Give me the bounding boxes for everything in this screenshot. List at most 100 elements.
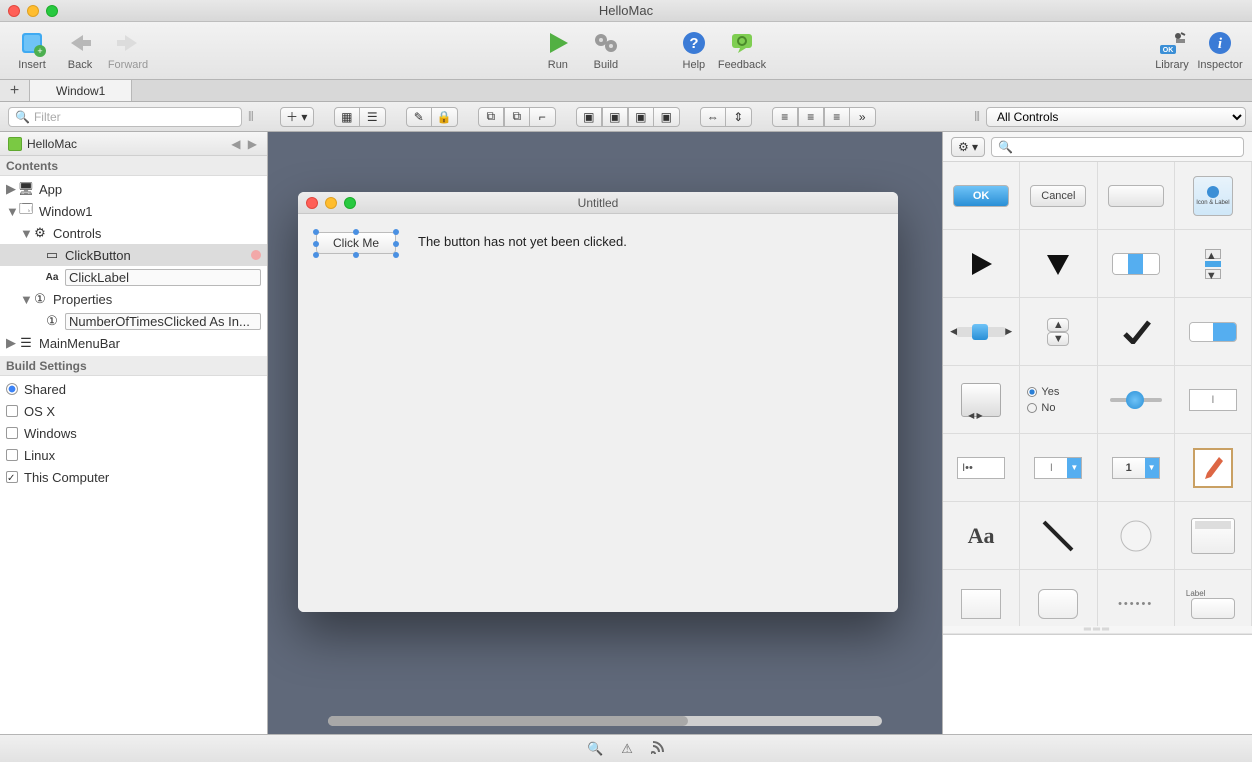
ctrl-radiobuttons[interactable]: YesNo bbox=[1020, 366, 1097, 434]
build-windows[interactable]: Windows bbox=[6, 422, 261, 444]
selection-handle[interactable] bbox=[393, 252, 399, 258]
library-search-input[interactable]: 🔍 bbox=[991, 137, 1244, 157]
nav-prop0[interactable]: ①NumberOfTimesClicked As In... bbox=[0, 310, 267, 332]
library-resize-grip[interactable]: ═══ bbox=[943, 626, 1252, 634]
nav-clicklabel[interactable]: AaClickLabel bbox=[0, 266, 267, 288]
align-left-button[interactable]: ≡ bbox=[772, 107, 798, 127]
ctrl-scrollbar[interactable]: ▲▼ bbox=[1175, 230, 1252, 298]
one-label: 1 bbox=[1113, 462, 1145, 474]
back-button[interactable]: Back bbox=[56, 29, 104, 71]
warning-icon[interactable]: ⚠ bbox=[621, 741, 633, 757]
ctrl-segmented[interactable] bbox=[1098, 230, 1175, 298]
ctrl-password[interactable]: I•• bbox=[943, 434, 1020, 502]
ctrl-switch[interactable] bbox=[1175, 298, 1252, 366]
library-button[interactable]: OK Library bbox=[1148, 29, 1196, 71]
fill-height-button[interactable]: ⇕ bbox=[726, 107, 752, 127]
iconlabel-label: Icon & Label bbox=[1196, 200, 1229, 206]
search-icon[interactable]: 🔍 bbox=[587, 741, 603, 757]
ctrl-bevel-button[interactable]: Icon & Label bbox=[1175, 162, 1252, 230]
selection-handle[interactable] bbox=[353, 252, 359, 258]
ctrl-roundrect[interactable] bbox=[1020, 570, 1097, 626]
add-tab-button[interactable]: + bbox=[0, 80, 30, 101]
ctrl-cancel-button[interactable]: Cancel bbox=[1020, 162, 1097, 230]
run-button[interactable]: Run bbox=[534, 29, 582, 71]
align-right-button[interactable]: ≡ bbox=[824, 107, 850, 127]
view-hierarchy-button[interactable]: ☰ bbox=[360, 107, 386, 127]
ctrl-oval[interactable] bbox=[1098, 502, 1175, 570]
selection-handle[interactable] bbox=[393, 241, 399, 247]
arrange-forward-button[interactable]: ▣ bbox=[602, 107, 628, 127]
navigator-header[interactable]: HelloMac ◀ ▶ bbox=[0, 132, 267, 156]
zoom-icon[interactable] bbox=[46, 5, 58, 17]
ctrl-line[interactable] bbox=[1020, 502, 1097, 570]
build-osx-label: OS X bbox=[24, 404, 55, 419]
group2-button[interactable]: ⧉ bbox=[504, 107, 530, 127]
ctrl-listbox[interactable]: ◀ ▶ bbox=[943, 366, 1020, 434]
ctrl-label[interactable]: Aa bbox=[943, 502, 1020, 570]
nav-arrows-icon[interactable]: ◀ ▶ bbox=[231, 137, 259, 151]
arrange-backward-button[interactable]: ▣ bbox=[628, 107, 654, 127]
ctrl-slider-h[interactable]: ◀▶ bbox=[943, 298, 1020, 366]
ctrl-slider[interactable] bbox=[1098, 366, 1175, 434]
build-osx[interactable]: OS X bbox=[6, 400, 261, 422]
build-button[interactable]: Build bbox=[582, 29, 630, 71]
ctrl-groupbox[interactable] bbox=[1175, 502, 1252, 570]
ctrl-separator[interactable]: •••••• bbox=[1098, 570, 1175, 626]
ctrl-rectangle[interactable] bbox=[943, 570, 1020, 626]
nav-app[interactable]: ▶🖥App bbox=[0, 178, 267, 200]
edit-button[interactable]: ✎ bbox=[406, 107, 432, 127]
selection-handle[interactable] bbox=[313, 229, 319, 235]
design-clickme-button[interactable]: Click Me bbox=[316, 232, 396, 254]
ctrl-placard[interactable]: Label bbox=[1175, 570, 1252, 626]
design-click-label[interactable]: The button has not yet been clicked. bbox=[418, 234, 627, 249]
rss-icon[interactable] bbox=[651, 740, 665, 757]
arrange-back-button[interactable]: ▣ bbox=[654, 107, 680, 127]
group1-button[interactable]: ⧉ bbox=[478, 107, 504, 127]
nav-mainmenubar[interactable]: ▶☰MainMenuBar bbox=[0, 332, 267, 354]
selection-handle[interactable] bbox=[393, 229, 399, 235]
insert-button[interactable]: + Insert bbox=[8, 29, 56, 71]
close-icon[interactable] bbox=[8, 5, 20, 17]
ctrl-default-button[interactable]: OK bbox=[943, 162, 1020, 230]
arrange-front-button[interactable]: ▣ bbox=[576, 107, 602, 127]
ctrl-popupmenu[interactable]: 1▼ bbox=[1098, 434, 1175, 502]
help-button[interactable]: ? Help bbox=[670, 29, 718, 71]
ctrl-colorpicker[interactable] bbox=[1175, 434, 1252, 502]
scrollbar-thumb[interactable] bbox=[328, 716, 688, 726]
nav-properties[interactable]: ▼①Properties bbox=[0, 288, 267, 310]
ctrl-disclosure-down[interactable] bbox=[1020, 230, 1097, 298]
lock-button[interactable]: 🔒 bbox=[432, 107, 458, 127]
ctrl-combobox[interactable]: I▼ bbox=[1020, 434, 1097, 502]
feedback-button[interactable]: Feedback bbox=[718, 29, 766, 71]
build-linux[interactable]: Linux bbox=[6, 444, 261, 466]
library-gear-button[interactable]: ⚙ ▾ bbox=[951, 137, 985, 157]
fill-width-button[interactable]: ⇔ bbox=[700, 107, 726, 127]
build-this-computer[interactable]: This Computer bbox=[6, 466, 261, 488]
canvas-horizontal-scrollbar[interactable] bbox=[328, 716, 882, 726]
forward-button[interactable]: Forward bbox=[104, 29, 152, 71]
nav-controls[interactable]: ▼⚙Controls bbox=[0, 222, 267, 244]
tab-window1[interactable]: Window1 bbox=[30, 80, 132, 101]
ctrl-disclosure-right[interactable] bbox=[943, 230, 1020, 298]
selection-handle[interactable] bbox=[313, 252, 319, 258]
ctrl-generic-button[interactable] bbox=[1098, 162, 1175, 230]
nav-clickbutton[interactable]: ▭ClickButton bbox=[0, 244, 267, 266]
design-window[interactable]: Untitled Click Me The button has not yet… bbox=[298, 192, 898, 612]
library-category-select[interactable]: All Controls bbox=[986, 107, 1246, 127]
selection-handle[interactable] bbox=[313, 241, 319, 247]
filter-input[interactable]: 🔍Filter bbox=[8, 107, 242, 127]
build-shared[interactable]: Shared bbox=[6, 378, 261, 400]
inspector-button[interactable]: i Inspector bbox=[1196, 29, 1244, 71]
minimize-icon[interactable] bbox=[27, 5, 39, 17]
ctrl-textfield[interactable]: I bbox=[1175, 366, 1252, 434]
ctrl-updown[interactable]: ▲▼ bbox=[1020, 298, 1097, 366]
align-center-button[interactable]: ≡ bbox=[798, 107, 824, 127]
group3-button[interactable]: ⌐ bbox=[530, 107, 556, 127]
design-canvas[interactable]: Untitled Click Me The button has not yet… bbox=[268, 132, 942, 734]
ctrl-checkbox[interactable] bbox=[1098, 298, 1175, 366]
selection-handle[interactable] bbox=[353, 229, 359, 235]
align-more-button[interactable]: » bbox=[850, 107, 876, 127]
nav-window1[interactable]: ▼🗔Window1 bbox=[0, 200, 267, 222]
add-control-button[interactable]: ＋ ▾ bbox=[280, 107, 314, 127]
view-layout-button[interactable]: ▦ bbox=[334, 107, 360, 127]
